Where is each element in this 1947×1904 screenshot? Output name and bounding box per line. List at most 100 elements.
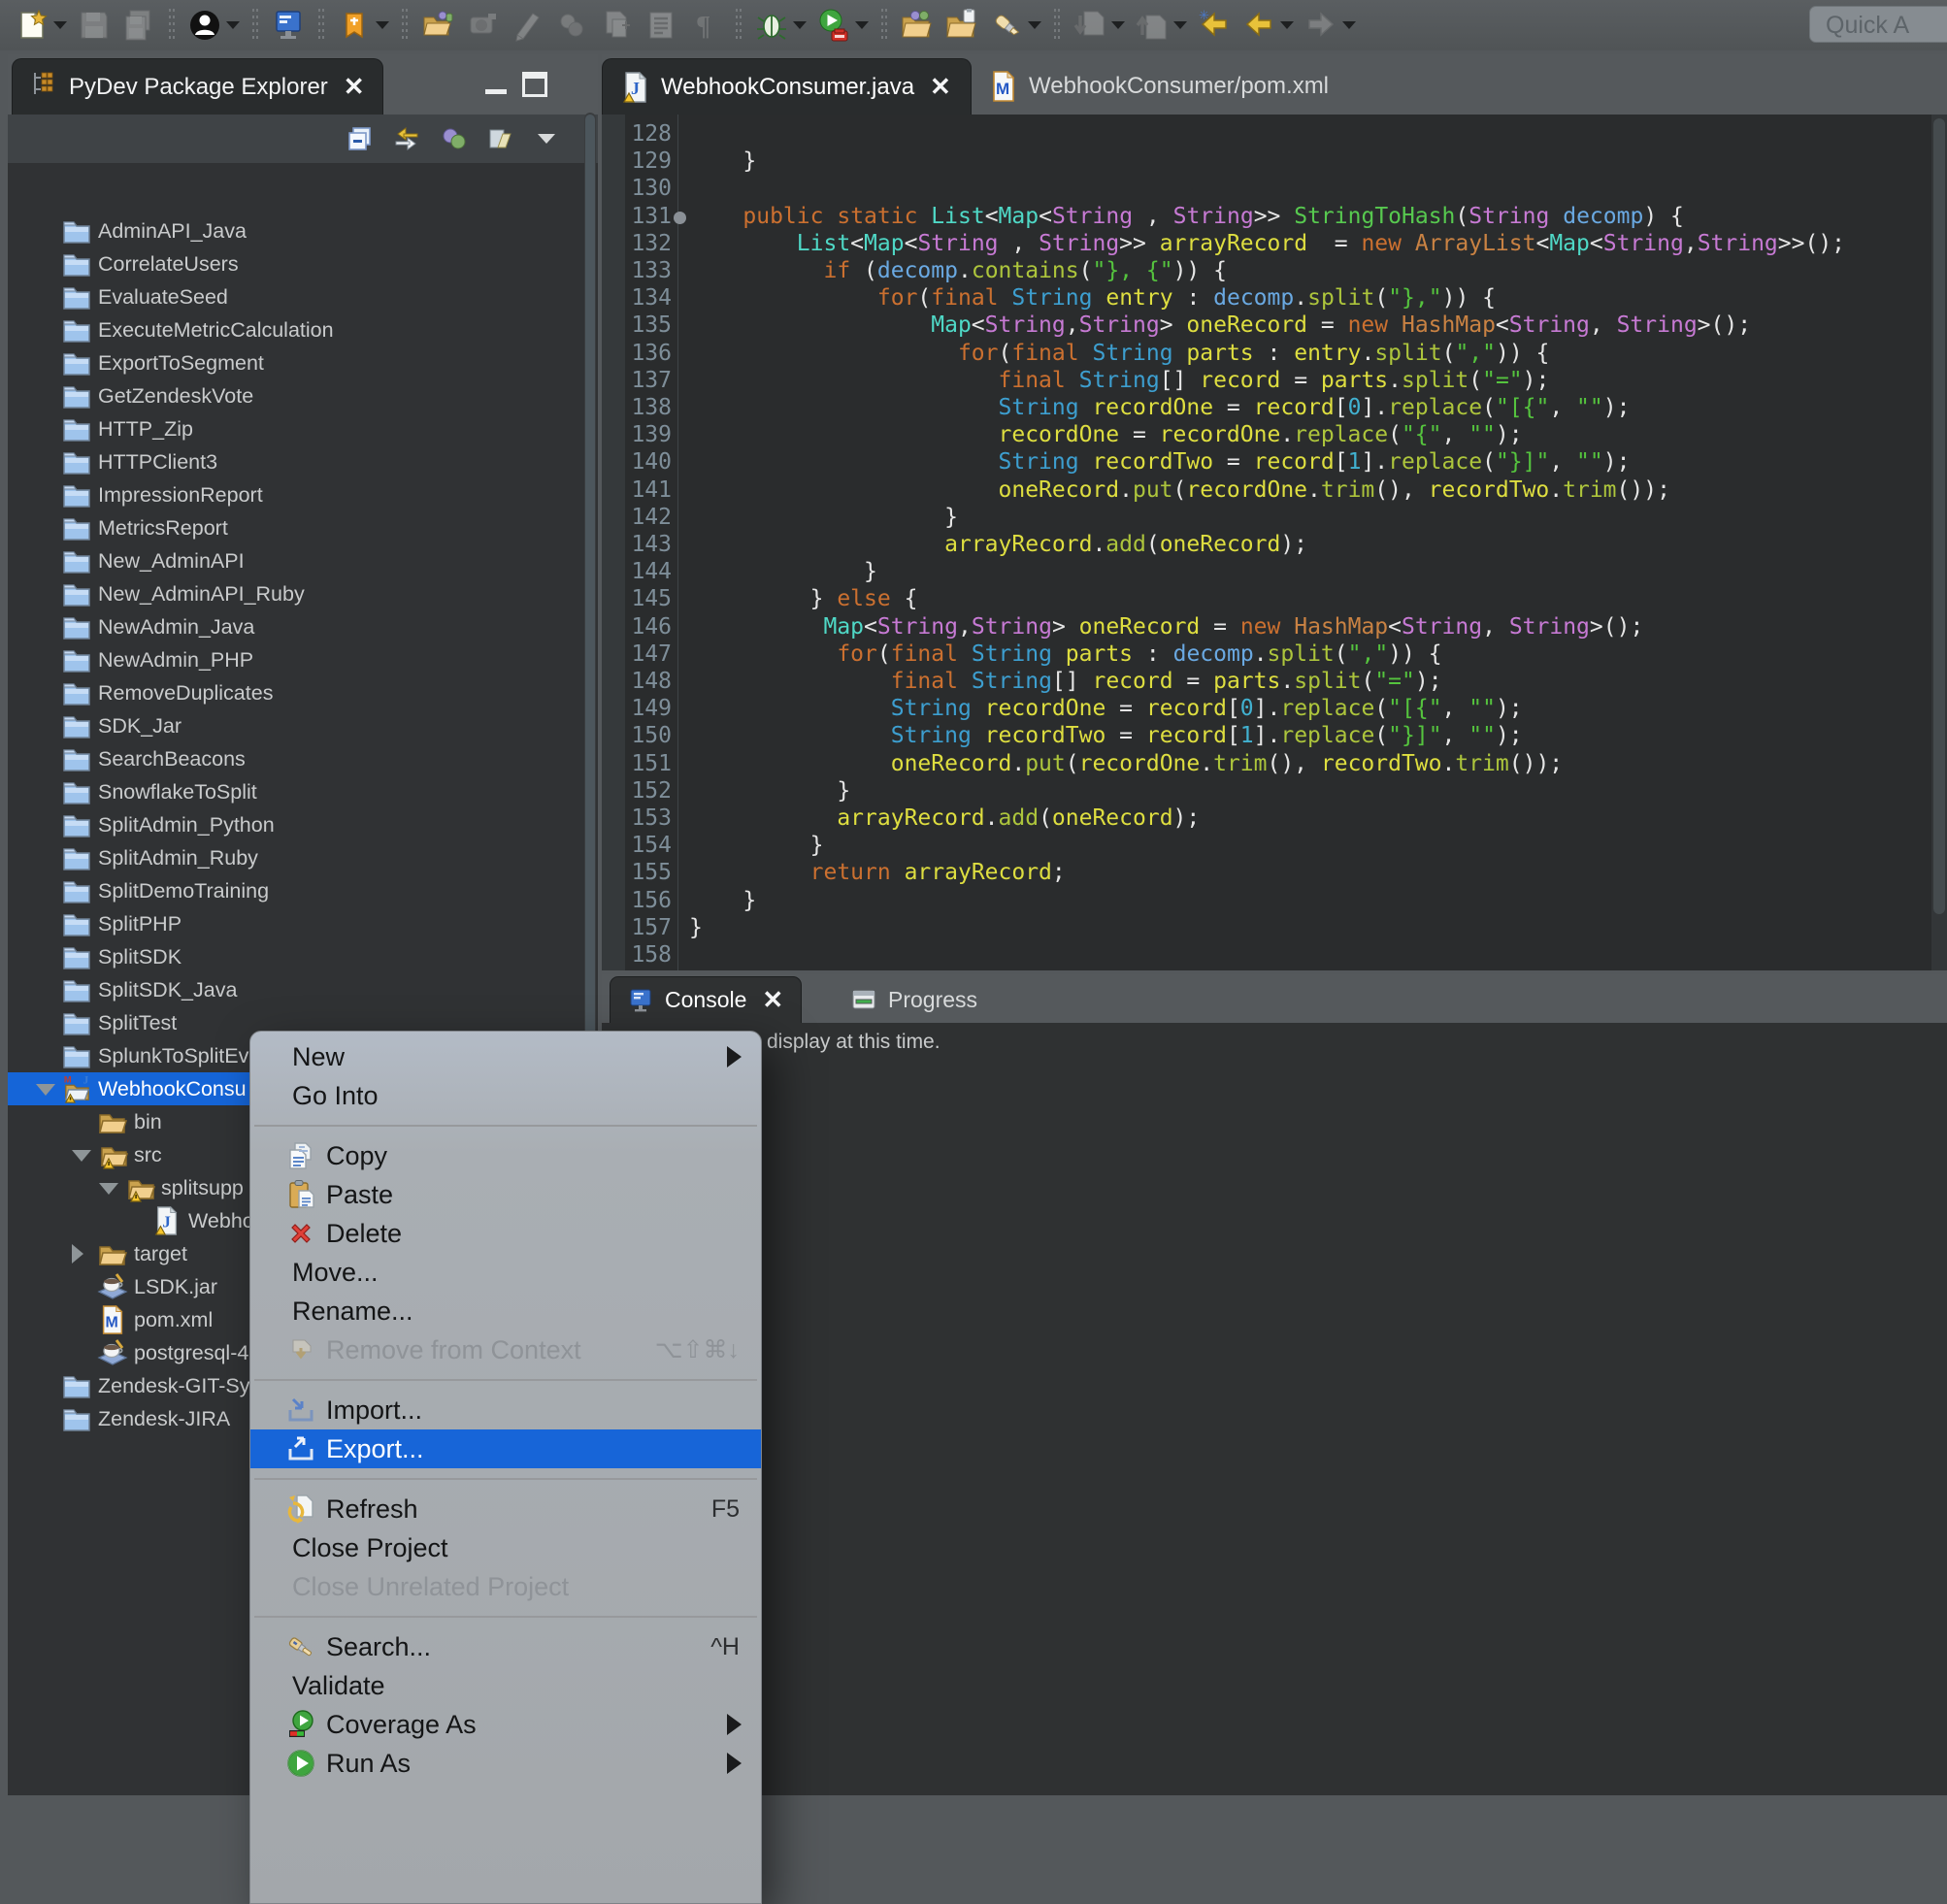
tree-item-executemetriccalculation[interactable]: ExecuteMetricCalculation bbox=[8, 313, 598, 346]
menu-item-import-[interactable]: Import... bbox=[250, 1391, 761, 1429]
open-resource-button[interactable] bbox=[900, 6, 935, 45]
editor-tab-webhookconsumer-java[interactable]: JWebhookConsumer.java✕ bbox=[602, 58, 972, 115]
code-line-147[interactable]: 147 for(final String parts : decomp.spli… bbox=[602, 640, 1947, 668]
back-button[interactable] bbox=[1241, 6, 1294, 45]
menu-item-export-[interactable]: Export... bbox=[250, 1429, 761, 1468]
verify-button[interactable] bbox=[754, 6, 807, 45]
coverage-run-button[interactable] bbox=[816, 6, 869, 45]
expand-arrow-icon[interactable] bbox=[72, 1244, 83, 1264]
code-line-157[interactable]: 157} bbox=[602, 914, 1947, 941]
menu-item-go-into[interactable]: Go Into bbox=[250, 1076, 761, 1115]
tree-item-new-adminapi[interactable]: New_AdminAPI bbox=[8, 544, 598, 577]
menu-item-paste[interactable]: Paste bbox=[250, 1175, 761, 1214]
code-line-158[interactable]: 158 bbox=[602, 941, 1947, 968]
mark-occurrences-button[interactable] bbox=[989, 6, 1041, 45]
code-line-152[interactable]: 152 } bbox=[602, 777, 1947, 804]
code-line-146[interactable]: 146 Map<String,String> oneRecord = new H… bbox=[602, 613, 1947, 640]
open-task-button[interactable] bbox=[420, 6, 455, 45]
tree-item-getzendeskvote[interactable]: GetZendeskVote bbox=[8, 379, 598, 412]
tree-item-splitadmin-python[interactable]: SplitAdmin_Python bbox=[8, 808, 598, 841]
tree-item-removeduplicates[interactable]: RemoveDuplicates bbox=[8, 676, 598, 709]
menu-item-refresh[interactable]: RefreshF5 bbox=[250, 1490, 761, 1528]
chevron-down-icon[interactable] bbox=[793, 21, 807, 29]
maximize-button[interactable] bbox=[522, 72, 547, 97]
close-icon[interactable]: ✕ bbox=[762, 985, 783, 1015]
tree-item-metricsreport[interactable]: MetricsReport bbox=[8, 511, 598, 544]
menu-item-search-[interactable]: Search...^H bbox=[250, 1627, 761, 1666]
menu-item-new[interactable]: New bbox=[250, 1037, 761, 1076]
menu-item-rename-[interactable]: Rename... bbox=[250, 1292, 761, 1330]
menu-item-validate[interactable]: Validate bbox=[250, 1666, 761, 1705]
menu-item-delete[interactable]: Delete bbox=[250, 1214, 761, 1253]
tree-item-splitdemotraining[interactable]: SplitDemoTraining bbox=[8, 874, 598, 907]
console-tab-progress[interactable]: Progress bbox=[834, 976, 995, 1023]
code-line-131[interactable]: 131 public static List<Map<String , Stri… bbox=[602, 203, 1947, 230]
code-line-129[interactable]: 129 } bbox=[602, 148, 1947, 175]
code-line-143[interactable]: 143 arrayRecord.add(oneRecord); bbox=[602, 531, 1947, 558]
code-line-140[interactable]: 140 String recordTwo = record[1].replace… bbox=[602, 448, 1947, 476]
new-task-button[interactable] bbox=[337, 6, 389, 45]
menu-item-run-as[interactable]: Run As bbox=[250, 1744, 761, 1783]
menu-item-coverage-as[interactable]: Coverage As bbox=[250, 1705, 761, 1744]
chevron-down-icon[interactable] bbox=[1280, 21, 1294, 29]
code-line-135[interactable]: 135 Map<String,String> oneRecord = new H… bbox=[602, 312, 1947, 339]
collapse-arrow-icon[interactable] bbox=[36, 1084, 55, 1096]
tree-item-splitadmin-ruby[interactable]: SplitAdmin_Ruby bbox=[8, 841, 598, 874]
tree-item-snowflaketosplit[interactable]: SnowflakeToSplit bbox=[8, 775, 598, 808]
tree-item-impressionreport[interactable]: ImpressionReport bbox=[8, 478, 598, 511]
new-wizard-button[interactable] bbox=[15, 6, 67, 45]
tree-item-http-zip[interactable]: HTTP_Zip bbox=[8, 412, 598, 445]
back-history-button[interactable]: ✳ bbox=[1197, 6, 1232, 45]
remote-console-button[interactable] bbox=[271, 6, 306, 45]
code-line-151[interactable]: 151 oneRecord.put(recordOne.trim(), reco… bbox=[602, 750, 1947, 777]
tree-item-splitsdk-java[interactable]: SplitSDK_Java bbox=[8, 973, 598, 1006]
tree-item-searchbeacons[interactable]: SearchBeacons bbox=[8, 742, 598, 775]
code-line-154[interactable]: 154 } bbox=[602, 832, 1947, 859]
view-menu-button[interactable] bbox=[530, 122, 563, 155]
code-line-141[interactable]: 141 oneRecord.put(recordOne.trim(), reco… bbox=[602, 476, 1947, 504]
collapse-arrow-icon[interactable] bbox=[72, 1150, 91, 1162]
open-clipboard-button[interactable] bbox=[944, 6, 979, 45]
tree-item-httpclient3[interactable]: HTTPClient3 bbox=[8, 445, 598, 478]
tree-item-evaluateseed[interactable]: EvaluateSeed bbox=[8, 280, 598, 313]
chevron-down-icon[interactable] bbox=[1028, 21, 1041, 29]
code-line-144[interactable]: 144 } bbox=[602, 558, 1947, 585]
user-profile-button[interactable] bbox=[187, 6, 240, 45]
minimize-button[interactable] bbox=[485, 72, 507, 94]
chevron-down-icon[interactable] bbox=[1111, 21, 1125, 29]
code-line-155[interactable]: 155 return arrayRecord; bbox=[602, 859, 1947, 886]
code-line-148[interactable]: 148 final String[] record = parts.split(… bbox=[602, 668, 1947, 695]
code-line-142[interactable]: 142 } bbox=[602, 504, 1947, 531]
menu-item-close-project[interactable]: Close Project bbox=[250, 1528, 761, 1567]
tree-item-splitphp[interactable]: SplitPHP bbox=[8, 907, 598, 940]
code-line-137[interactable]: 137 final String[] record = parts.split(… bbox=[602, 367, 1947, 394]
chevron-down-icon[interactable] bbox=[1342, 21, 1356, 29]
tree-item-sdk-jar[interactable]: SDK_Jar bbox=[8, 709, 598, 742]
quick-access-box[interactable]: Quick A bbox=[1809, 6, 1947, 43]
code-line-150[interactable]: 150 String recordTwo = record[1].replace… bbox=[602, 722, 1947, 749]
code-line-128[interactable]: 128 bbox=[602, 120, 1947, 148]
code-line-139[interactable]: 139 recordOne = recordOne.replace("{", "… bbox=[602, 421, 1947, 448]
menu-item-copy[interactable]: Copy bbox=[250, 1136, 761, 1175]
chevron-down-icon[interactable] bbox=[226, 21, 240, 29]
close-icon[interactable]: ✕ bbox=[930, 72, 951, 102]
code-line-136[interactable]: 136 for(final String parts : entry.split… bbox=[602, 340, 1947, 367]
tree-item-new-adminapi-ruby[interactable]: New_AdminAPI_Ruby bbox=[8, 577, 598, 610]
menu-item-move-[interactable]: Move... bbox=[250, 1253, 761, 1292]
code-line-149[interactable]: 149 String recordOne = record[0].replace… bbox=[602, 695, 1947, 722]
console-tab-console[interactable]: Console✕ bbox=[610, 976, 802, 1023]
code-line-132[interactable]: 132 List<Map<String , String>> arrayReco… bbox=[602, 230, 1947, 257]
link-with-editor-button[interactable] bbox=[390, 122, 423, 155]
editor-scrollbar-thumb[interactable] bbox=[1933, 118, 1945, 914]
collapse-all-button[interactable] bbox=[344, 122, 377, 155]
tree-item-exporttosegment[interactable]: ExportToSegment bbox=[8, 346, 598, 379]
tree-item-splitsdk[interactable]: SplitSDK bbox=[8, 940, 598, 973]
close-icon[interactable]: ✕ bbox=[344, 72, 365, 102]
code-line-156[interactable]: 156 } bbox=[602, 887, 1947, 914]
code-line-153[interactable]: 153 arrayRecord.add(oneRecord); bbox=[602, 804, 1947, 832]
editor-tab-webhookconsumer-pom-xml[interactable]: MWebhookConsumer/pom.xml bbox=[971, 58, 1348, 115]
tree-item-adminapi-java[interactable]: AdminAPI_Java bbox=[8, 214, 598, 247]
focus-task-button[interactable] bbox=[437, 122, 470, 155]
chevron-down-icon[interactable] bbox=[376, 21, 389, 29]
code-line-138[interactable]: 138 String recordOne = record[0].replace… bbox=[602, 394, 1947, 421]
